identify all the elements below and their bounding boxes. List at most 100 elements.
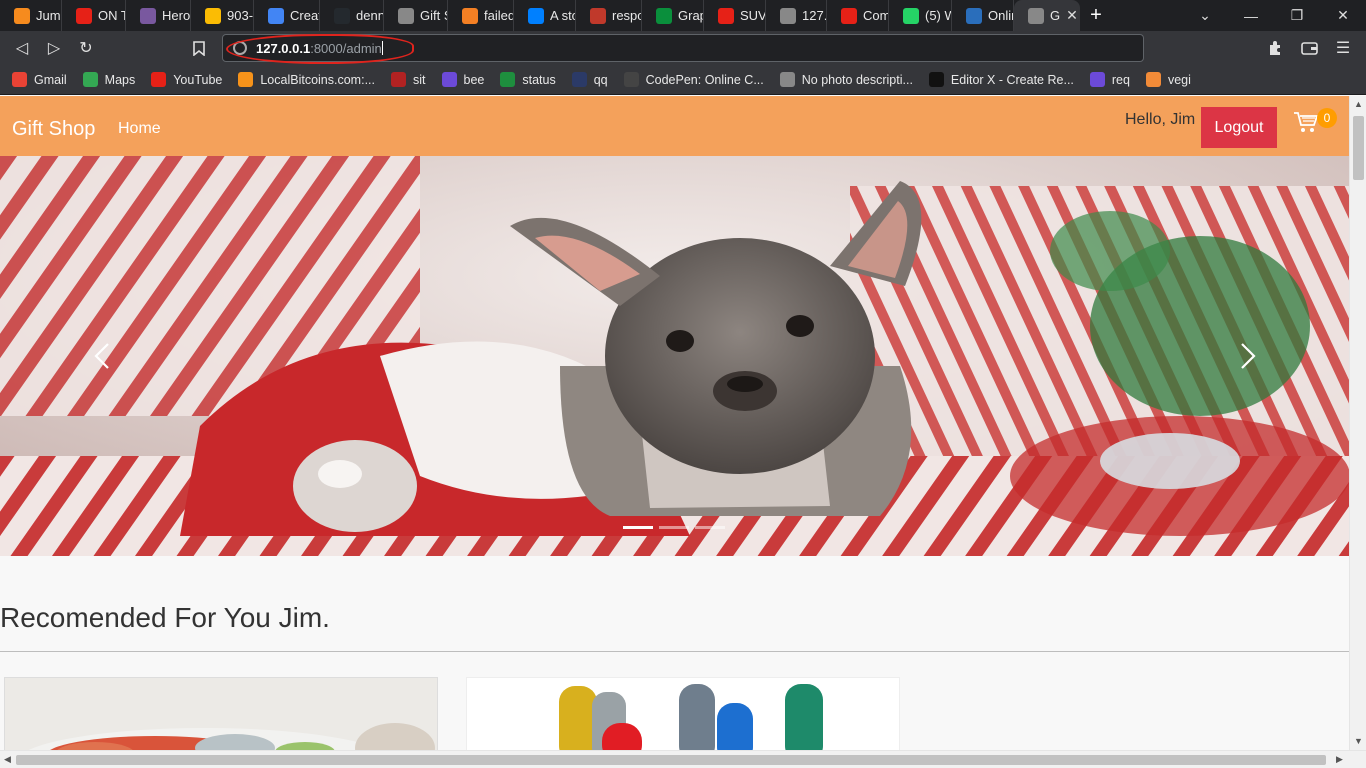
carousel-slide-image <box>0 156 1349 556</box>
browser-tab[interactable]: Creat <box>254 0 320 31</box>
carousel-prev-arrow[interactable] <box>88 341 118 371</box>
brand-link[interactable]: Gift Shop <box>12 118 95 141</box>
bitcoin-icon <box>238 72 254 87</box>
browser-tab[interactable]: Grapl <box>642 0 704 31</box>
reload-button[interactable]: ↻ <box>74 36 98 60</box>
browser-tab[interactable]: Onlin <box>952 0 1014 31</box>
extensions-icon[interactable] <box>1263 36 1287 60</box>
bookmark-item[interactable]: CodePen: Online C... <box>623 72 764 87</box>
forward-button[interactable]: ▷ <box>42 36 66 60</box>
stackoverflow-icon <box>462 7 478 24</box>
product-image-gas-cylinders <box>467 678 899 750</box>
youtube-icon <box>151 72 167 87</box>
product-card[interactable] <box>466 677 900 750</box>
carousel-indicator[interactable] <box>659 526 689 529</box>
bookmark-label: CodePen: Online C... <box>645 72 764 87</box>
browser-tab[interactable]: Gift S <box>384 0 448 31</box>
back-button[interactable]: ◁ <box>10 36 34 60</box>
tab-title: 127.0 <box>802 8 827 23</box>
bookmark-item[interactable]: YouTube <box>151 72 222 87</box>
nav-home-link[interactable]: Home <box>118 120 161 138</box>
product-card[interactable] <box>4 677 438 750</box>
bookmark-item[interactable]: req <box>1089 72 1130 87</box>
bookmark-item[interactable]: qq <box>571 72 608 87</box>
menu-icon[interactable]: ☰ <box>1331 36 1355 60</box>
bookmark-icon[interactable] <box>187 36 211 60</box>
bookmark-label: vegi <box>1167 72 1191 87</box>
scroll-down-arrow[interactable]: ▼ <box>1354 736 1363 746</box>
wallet-icon[interactable] <box>1297 36 1321 60</box>
scroll-left-arrow[interactable]: ◀ <box>4 754 11 765</box>
bookmark-item[interactable]: No photo descripti... <box>779 72 913 87</box>
bookmark-item[interactable]: Gmail <box>12 72 67 87</box>
bookmark-item[interactable]: status <box>500 72 556 87</box>
qq-icon <box>571 72 587 87</box>
bookmark-label: qq <box>593 72 608 87</box>
browser-tab[interactable]: failed <box>448 0 514 31</box>
browser-tab[interactable]: SUV I <box>704 0 766 31</box>
youtube-icon <box>841 7 857 24</box>
vertical-scrollbar[interactable]: ▲ ▼ <box>1349 96 1366 750</box>
browser-tab[interactable]: respo <box>576 0 642 31</box>
heroku-icon <box>140 7 156 24</box>
browser-tab[interactable]: Jumia <box>0 0 62 31</box>
carousel-indicator[interactable] <box>623 526 653 529</box>
x-icon <box>928 72 944 87</box>
restore-button[interactable]: ❐ <box>1274 0 1320 31</box>
google-ads-icon <box>205 7 221 24</box>
new-tab-button[interactable]: + <box>1080 4 1112 27</box>
browser-tab[interactable]: 127.0 <box>766 0 827 31</box>
horizontal-scroll-thumb[interactable] <box>16 755 1326 765</box>
tab-title: Onlin <box>988 8 1013 23</box>
vertical-scroll-thumb[interactable] <box>1353 116 1364 180</box>
maps-icon <box>82 72 98 87</box>
tab-title: failed <box>484 8 514 23</box>
bookmark-item[interactable]: Maps <box>82 72 135 87</box>
sit-icon <box>391 72 406 87</box>
codepen-icon <box>623 72 639 87</box>
browser-tab-strip: Jumia ON T Hero 903-5 Creat denn Gift S failed A… <box>0 0 1366 31</box>
browser-tab[interactable]: Comp <box>827 0 889 31</box>
logout-button[interactable]: Logout <box>1201 107 1277 148</box>
bookmark-item[interactable]: bee <box>441 72 485 87</box>
vegi-icon <box>1145 72 1161 87</box>
bookmark-label: req <box>1111 72 1130 87</box>
close-tab-icon[interactable]: ✕ <box>1066 7 1078 24</box>
jumia-icon <box>14 7 30 24</box>
bookmark-item[interactable]: LocalBitcoins.com:... <box>238 72 375 87</box>
bookmark-label: No photo descripti... <box>801 72 913 87</box>
bookmarks-bar: Gmail Maps YouTube LocalBitcoins.com:... sit… <box>0 65 1366 95</box>
browser-tab[interactable]: 903-5 <box>191 0 254 31</box>
online-icon <box>966 7 982 24</box>
scroll-up-arrow[interactable]: ▲ <box>1354 99 1363 109</box>
minimize-button[interactable]: — <box>1228 0 1274 31</box>
browser-tab[interactable]: (5) W <box>889 0 952 31</box>
horizontal-scrollbar[interactable]: ◀ ▶ <box>0 750 1366 768</box>
whatsapp-icon <box>903 7 919 24</box>
browser-tab[interactable]: G ✕ <box>1014 0 1080 31</box>
site-navbar: Gift Shop Home Hello, Jim Logout 0 <box>0 96 1349 156</box>
github-icon <box>334 7 350 24</box>
browser-tab[interactable]: ON T <box>62 0 126 31</box>
gmail-icon <box>12 72 27 87</box>
tab-title: Creat <box>290 8 320 23</box>
browser-tab[interactable]: A sto <box>514 0 576 31</box>
cart-icon[interactable] <box>1293 110 1319 134</box>
bookmark-item[interactable]: sit <box>391 72 426 87</box>
bookmark-item[interactable]: Editor X - Create Re... <box>928 72 1074 87</box>
tab-title: Grapl <box>678 8 703 23</box>
close-window-button[interactable]: ✕ <box>1320 0 1366 31</box>
browser-tab[interactable]: Hero <box>126 0 191 31</box>
scroll-right-arrow[interactable]: ▶ <box>1336 754 1343 765</box>
browser-tab[interactable]: denn <box>320 0 384 31</box>
tab-title: respo <box>612 8 642 23</box>
globe-icon <box>780 7 796 24</box>
carousel-next-arrow[interactable] <box>1232 341 1262 371</box>
carousel-indicator[interactable] <box>695 526 725 529</box>
section-divider <box>0 651 1349 652</box>
bookmark-label: bee <box>463 72 485 87</box>
bookmark-item[interactable]: vegi <box>1145 72 1191 87</box>
tab-search-chevron-icon[interactable]: ⌄ <box>1182 0 1228 31</box>
cart-count-badge: 0 <box>1317 108 1337 128</box>
tab-title: Jumia <box>36 8 61 23</box>
